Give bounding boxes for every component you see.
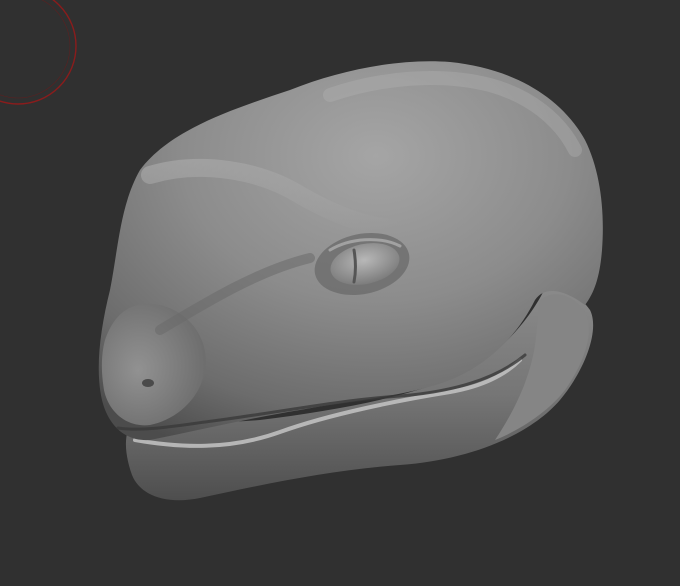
nostril: [142, 379, 154, 387]
pupil-slit: [352, 248, 357, 284]
brush-radius-icon: [0, 0, 77, 105]
sculpt-viewport[interactable]: [0, 0, 680, 586]
viewport-canvas[interactable]: [0, 0, 680, 586]
sculpted-reptile-head-model[interactable]: [98, 61, 603, 501]
